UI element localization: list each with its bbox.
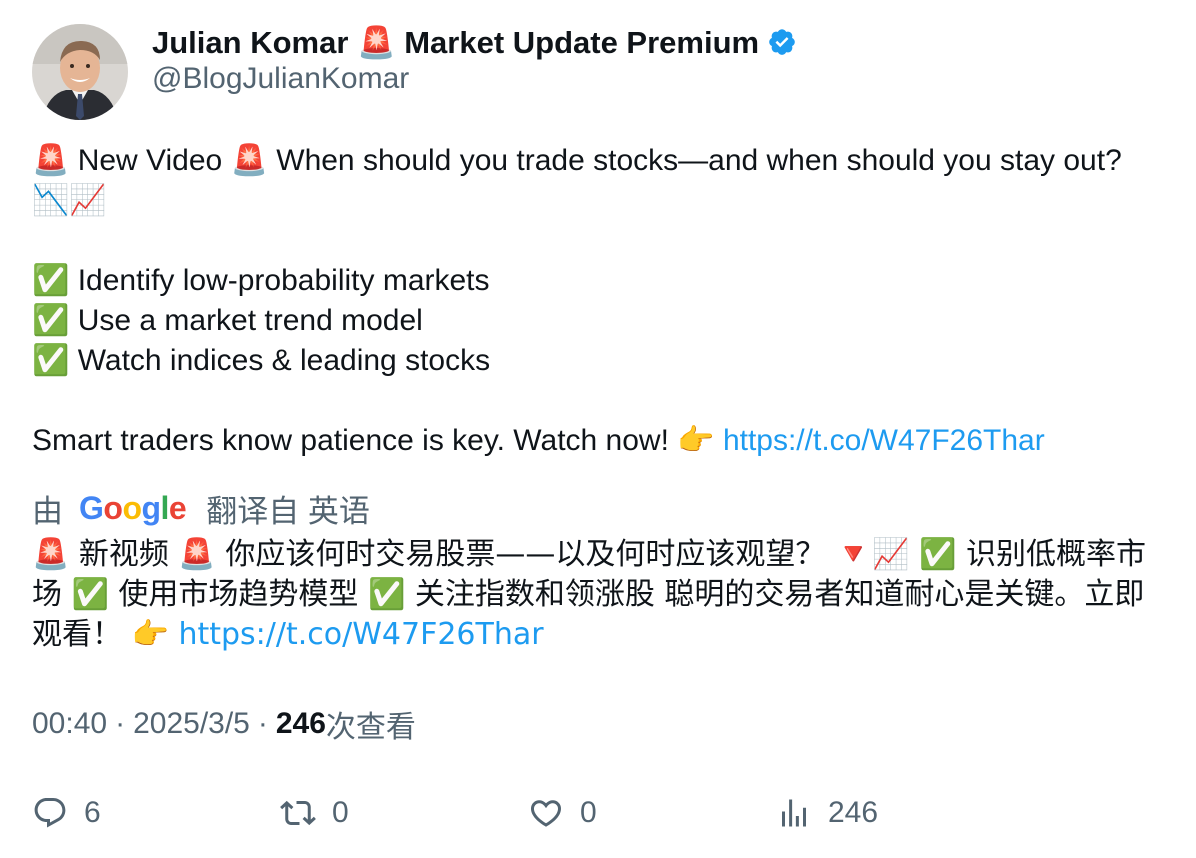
meta-separator: · — [257, 707, 268, 740]
retweet-count: 0 — [332, 796, 349, 829]
views-count: 246 — [275, 707, 326, 740]
bar-chart-icon — [782, 799, 806, 827]
heart-icon — [530, 800, 562, 827]
tweet-link[interactable]: https://t.co/W47F26Thar — [723, 424, 1045, 457]
views-action-count: 246 — [828, 796, 879, 829]
reply-button[interactable]: 6 — [32, 791, 101, 835]
avatar[interactable] — [32, 24, 128, 120]
author-name-row: Julian Komar 🚨 Market Update Premium — [152, 22, 797, 62]
display-name[interactable]: Julian Komar 🚨 Market Update Premium — [152, 24, 759, 61]
reply-icon — [34, 798, 66, 828]
tweet-bullet-1: ✅ Identify low-probability markets — [32, 264, 490, 297]
tweet-text: 🚨 New Video 🚨 When should you trade stoc… — [32, 141, 1164, 461]
profile-photo-icon — [32, 24, 128, 120]
meta-separator: · — [115, 707, 126, 740]
tweet-date[interactable]: 2025/3/5 — [133, 707, 250, 741]
action-bar: 6 0 0 246 — [32, 791, 1164, 835]
views-label: 次查看 — [325, 711, 416, 744]
translated-link[interactable]: https://t.co/W47F26Thar — [178, 617, 543, 652]
verified-badge-icon[interactable] — [767, 27, 797, 57]
tweet-closing: Smart traders know patience is key. Watc… — [32, 421, 1164, 461]
retweet-icon — [280, 800, 316, 826]
google-logo-icon: Google — [79, 489, 187, 526]
tweet-meta: 00:40 · 2025/3/5 · 246 次查看 — [32, 704, 416, 744]
tweet-line-headline: 🚨 New Video 🚨 When should you trade stoc… — [32, 144, 1122, 217]
author-handle[interactable]: @BlogJulianKomar — [152, 62, 409, 96]
tweet-closing-text: Smart traders know patience is key. Watc… — [32, 424, 723, 457]
translated-by-google[interactable]: 由 Google 翻译自 英语 — [32, 486, 370, 530]
tweet-bullet-3: ✅ Watch indices & leading stocks — [32, 344, 491, 377]
translated-by-label: 由 — [32, 493, 63, 529]
tweet-time[interactable]: 00:40 — [32, 707, 107, 741]
retweet-button[interactable]: 0 — [280, 791, 349, 835]
views-button[interactable]: 246 — [776, 791, 878, 835]
translated-text: 🚨 新视频 🚨 你应该何时交易股票——以及何时应该观望？ 🔻📈 ✅ 识别低概率市… — [32, 535, 1164, 655]
translated-from-label: 翻译自 英语 — [206, 493, 370, 529]
reply-count: 6 — [84, 796, 101, 829]
tweet-bullet-2: ✅ Use a market trend model — [32, 304, 423, 337]
like-count: 0 — [580, 796, 597, 829]
like-button[interactable]: 0 — [528, 791, 597, 835]
